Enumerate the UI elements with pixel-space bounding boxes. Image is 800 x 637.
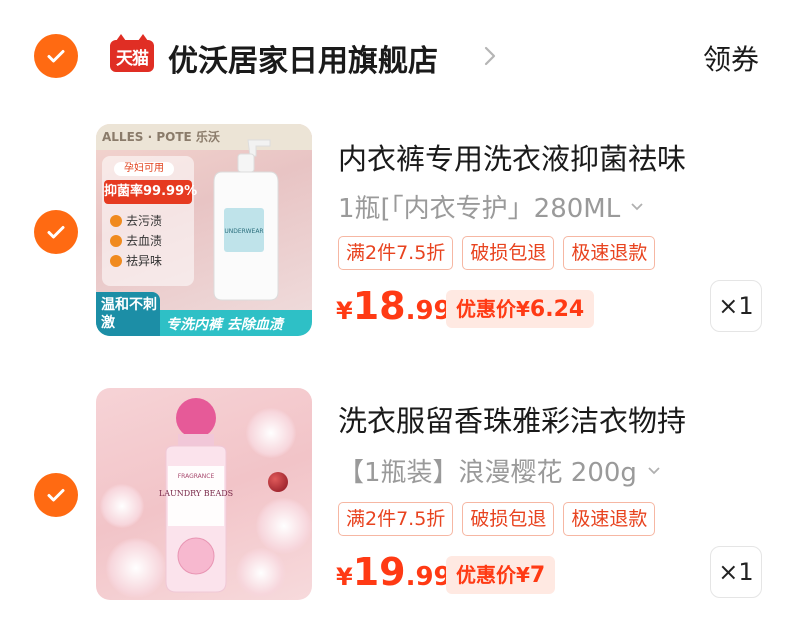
blossom-decoration [256,498,312,554]
item-2-product-image[interactable]: FRAGRANCE LAUNDRY BEADS [96,388,312,600]
store-name-link[interactable]: 优沃居家日用旗舰店 [168,36,438,80]
check-dot-icon [110,254,122,267]
item-1-tags: 满2件7.5折 破损包退 极速退款 [338,236,656,270]
svg-text:UNDERWEAR: UNDERWEAR [224,228,263,235]
tag-discount: 满2件7.5折 [338,236,454,270]
detergent-bottle-icon: UNDERWEAR [213,139,279,301]
store-checkbox-checked-icon[interactable] [34,34,78,78]
tag-discount: 满2件7.5折 [338,502,454,536]
chevron-down-icon [631,202,643,210]
tag-damage-refund: 破损包退 [462,236,555,270]
image-rate-text: 抑菌率99.99% [104,180,197,204]
item-2-title[interactable]: 洗衣服留香珠雅彩洁衣物持 [338,398,686,440]
image-feature-1: 去污渍 [110,212,162,229]
image-feature-3: 祛异味 [110,252,162,269]
image-feature-2: 去血渍 [110,232,162,249]
image-slogan-text: 专洗内裤 去除血渍 [166,317,283,333]
check-dot-icon [110,234,122,247]
item-1-price: ¥18.99 [336,284,452,328]
item-2-sku-selector[interactable]: 【1瓶装】浪漫樱花 200g [338,452,661,489]
item-1-title[interactable]: 内衣裤专用洗衣液抑菌祛味 [338,136,686,178]
item-1-product-image[interactable]: ALLES · POTE 乐沃 孕妇可用 抑菌率99.99% 去污渍 去血渍 祛… [96,124,312,336]
item-1-sku-text: 1瓶[「内衣专护」280ML [338,194,621,224]
item-2-quantity[interactable]: ×1 [710,546,762,598]
cherry-decoration [268,472,288,492]
item-2-sku-text: 【1瓶装】浪漫樱花 200g [338,458,637,488]
tmall-logo-icon: 天猫 [110,34,154,72]
item-1-quantity[interactable]: ×1 [710,280,762,332]
tag-fast-refund: 极速退款 [563,502,656,536]
check-dot-icon [110,214,122,227]
item-1-promo-price: 优惠价¥6.24 [446,290,595,328]
blossom-decoration [100,484,144,528]
item-2-tags: 满2件7.5折 破损包退 极速退款 [338,502,656,536]
item-2-checkbox-checked-icon[interactable] [34,473,78,517]
item-2-price: ¥19.99 [336,550,452,594]
item-1-sku-selector[interactable]: 1瓶[「内衣专护」280ML [338,188,644,225]
get-coupon-button[interactable]: 领券 [703,38,759,78]
svg-text:FRAGRANCE: FRAGRANCE [178,473,215,480]
chevron-right-icon[interactable] [482,44,498,68]
laundry-beads-bottle-icon: FRAGRANCE LAUNDRY BEADS [159,398,233,593]
item-1-checkbox-checked-icon[interactable] [34,210,78,254]
tag-fast-refund: 极速退款 [563,236,656,270]
tag-damage-refund: 破损包退 [462,502,555,536]
image-corner-text: 温和不刺激 [96,292,160,336]
store-header: 天猫 优沃居家日用旗舰店 领券 [0,0,800,112]
blossom-decoration [246,408,296,458]
svg-text:LAUNDRY BEADS: LAUNDRY BEADS [159,489,233,498]
image-badge-text: 孕妇可用 [114,162,174,176]
item-2-promo-price: 优惠价¥7 [446,556,556,594]
chevron-down-icon [648,466,660,474]
